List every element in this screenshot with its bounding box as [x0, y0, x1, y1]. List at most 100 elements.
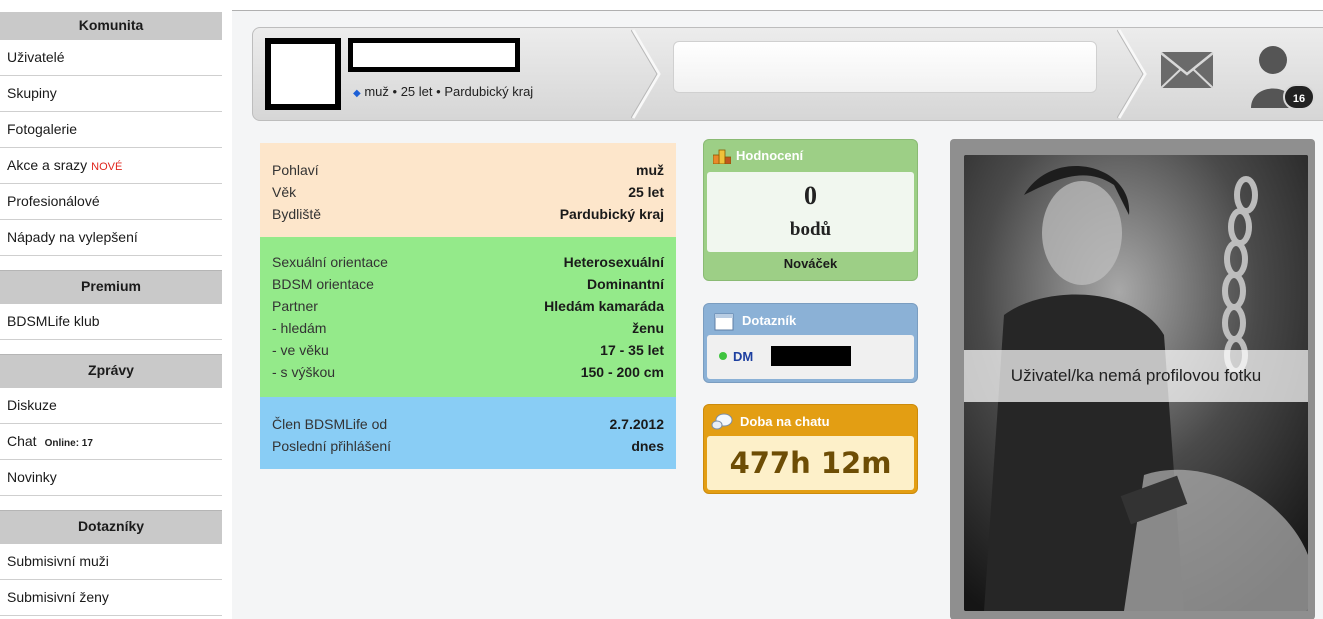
profile-value: 25 let — [628, 184, 664, 200]
profile-row: - hledám ženu — [272, 317, 664, 339]
chat-bubble-icon — [711, 413, 733, 430]
profile-row: Partner Hledám kamaráda — [272, 295, 664, 317]
sidebar-item-profesionalove[interactable]: Profesionálové — [0, 184, 222, 220]
sidebar-item-chat[interactable]: Chat Online: 17 — [0, 424, 222, 460]
profile-row: - s výškou 150 - 200 cm — [272, 361, 664, 383]
profile-row: - ve věku 17 - 35 let — [272, 339, 664, 361]
new-badge: NOVÉ — [91, 161, 123, 173]
profile-value: 17 - 35 let — [600, 342, 664, 358]
quiz-title: Dotazník — [742, 313, 797, 328]
profile-value: Pardubický kraj — [559, 206, 664, 222]
profile-key: Poslední přihlášení — [272, 438, 392, 454]
profile-value: ženu — [632, 320, 664, 336]
profile-key: Sexuální orientace — [272, 254, 388, 270]
podium-icon — [713, 149, 731, 164]
profile-details: Pohlaví muž Věk 25 let Bydliště Pardubický … — [260, 143, 676, 469]
sidebar-item-submisivni-zeny[interactable]: Submisivní ženy — [0, 580, 222, 616]
diamond-icon: ◆ — [353, 88, 361, 99]
no-photo-note: Uživatel/ka nemá profilovou fotku — [964, 350, 1308, 402]
status-dot-icon — [719, 352, 727, 360]
profile-value: 150 - 200 cm — [580, 364, 664, 380]
sidebar-item-label: Nápady na vylepšení — [7, 229, 138, 245]
avatar[interactable] — [265, 38, 341, 110]
sidebar-item-skupiny[interactable]: Skupiny — [0, 76, 222, 112]
online-count: Online: 17 — [44, 438, 93, 449]
profile-photo-frame: Uživatel/ka nemá profilovou fotku — [950, 139, 1315, 619]
chat-time-value: 477h 12m — [707, 436, 914, 490]
header-divider-chevron — [1117, 29, 1147, 119]
header-region: Pardubický kraj — [444, 84, 534, 99]
profile-value: Hledám kamaráda — [544, 298, 664, 314]
sidebar-item-label: Diskuze — [7, 397, 57, 413]
quiz-entry-prefix: DM — [733, 349, 754, 364]
header-separator: • — [436, 84, 441, 99]
header-age: 25 let — [400, 84, 433, 99]
profile-value: dnes — [631, 438, 664, 454]
profile-key: - hledám — [272, 320, 327, 336]
profile-key: Člen BDSMLife od — [272, 416, 388, 432]
profile-key: Partner — [272, 298, 318, 314]
profile-row: Člen BDSMLife od 2.7.2012 — [272, 413, 664, 435]
sidebar-item-label: Uživatelé — [7, 49, 65, 65]
rating-score-box: 0 bodů — [707, 172, 914, 252]
profile-orientation-group: Sexuální orientace Heterosexuální BDSM or… — [260, 237, 676, 397]
profile-value: Heterosexuální — [563, 254, 664, 270]
sidebar-item-label: BDSMLife klub — [7, 313, 100, 329]
sidebar: Komunita Uživatelé Skupiny Fotogalerie A… — [0, 0, 222, 619]
sidebar-item-napady[interactable]: Nápady na vylepšení — [0, 220, 222, 256]
sidebar-item-label: Novinky — [7, 469, 57, 485]
rating-level: Nováček — [783, 256, 838, 271]
notification-count-badge[interactable]: 16 — [1283, 84, 1315, 110]
chat-time-title: Doba na chatu — [740, 414, 830, 429]
rating-points: 0 — [804, 181, 817, 210]
header-gender: muž — [364, 84, 389, 99]
profile-basic-group: Pohlaví muž Věk 25 let Bydliště Pardubický … — [260, 143, 676, 237]
sidebar-item-label: Fotogalerie — [7, 121, 78, 137]
sidebar-item-submisivni-muzi[interactable]: Submisivní muži — [0, 544, 222, 580]
header-summary: ◆ muž • 25 let • Pardubický kraj — [353, 84, 533, 99]
profile-value: Dominantní — [587, 276, 664, 292]
sidebar-item-novinky[interactable]: Novinky — [0, 460, 222, 496]
profile-row: Pohlaví muž — [272, 159, 664, 181]
sidebar-item-label: Chat — [7, 433, 37, 449]
sidebar-item-akce-a-srazy[interactable]: Akce a srazy NOVÉ — [0, 148, 222, 184]
rating-widget: Hodnocení 0 bodů Nováček — [703, 139, 918, 281]
profile-row: Sexuální orientace Heterosexuální — [272, 251, 664, 273]
profile-membership-group: Člen BDSMLife od 2.7.2012 Poslední přihlá… — [260, 397, 676, 469]
sidebar-item-diskuze[interactable]: Diskuze — [0, 388, 222, 424]
profile-key: - ve věku — [272, 342, 329, 358]
chat-time-widget: Doba na chatu 477h 12m — [703, 404, 918, 494]
profile-value: muž — [636, 162, 664, 178]
profile-key: Bydliště — [272, 206, 322, 222]
sidebar-section-komunita: Komunita — [0, 12, 222, 40]
sidebar-item-label: Profesionálové — [7, 193, 100, 209]
username-redacted — [348, 38, 520, 72]
sidebar-item-label: Akce a srazy — [7, 157, 88, 173]
profile-key: Věk — [272, 184, 297, 200]
main-content: ◆ muž • 25 let • Pardubický kraj 16 Pohl… — [232, 10, 1323, 619]
quiz-entry-redacted — [771, 346, 851, 366]
rating-points-label: bodů — [789, 219, 832, 240]
envelope-icon[interactable] — [1159, 50, 1215, 90]
header-separator: • — [392, 84, 398, 99]
sidebar-item-fotogalerie[interactable]: Fotogalerie — [0, 112, 222, 148]
rating-title: Hodnocení — [736, 148, 804, 163]
profile-key: - s výškou — [272, 364, 336, 380]
status-field[interactable] — [673, 41, 1097, 93]
sidebar-section-zpravy: Zprávy — [0, 354, 222, 388]
header-divider-chevron — [631, 29, 661, 119]
profile-row: Poslední přihlášení dnes — [272, 435, 664, 457]
sidebar-item-uzivatele[interactable]: Uživatelé — [0, 40, 222, 76]
profile-value: 2.7.2012 — [609, 416, 665, 432]
profile-key: Pohlaví — [272, 162, 319, 178]
quiz-entry-box[interactable]: DM — [707, 335, 914, 379]
profile-key: BDSM orientace — [272, 276, 374, 292]
profile-row: Věk 25 let — [272, 181, 664, 203]
profile-row: Bydliště Pardubický kraj — [272, 203, 664, 225]
document-icon — [714, 313, 734, 331]
sidebar-item-bdsmlife-klub[interactable]: BDSMLife klub — [0, 304, 222, 340]
quiz-entry[interactable]: DM — [719, 349, 753, 364]
